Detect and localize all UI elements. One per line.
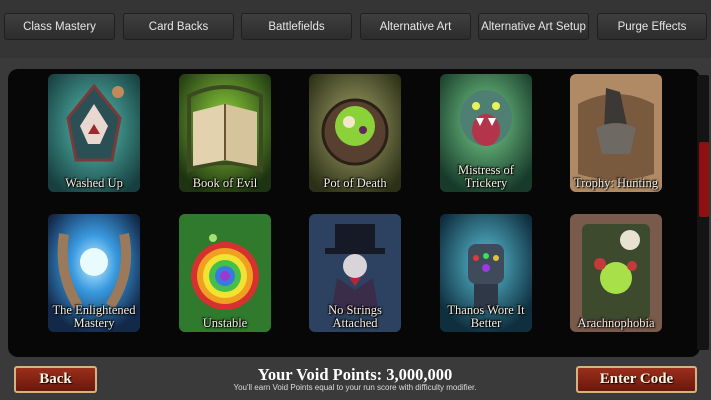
horn-trophy-icon	[570, 74, 662, 192]
tab-alternative-art[interactable]: Alternative Art	[360, 13, 471, 40]
void-points-total: Your Void Points: 3,000,000	[257, 365, 453, 384]
hooded-figure-icon	[48, 74, 140, 192]
rainbow-vortex-icon	[179, 214, 271, 332]
category-tab-bar: Class Mastery Card Backs Battlefields Al…	[0, 0, 711, 58]
card-label: Pot of Death	[323, 175, 387, 190]
skull-spider-icon	[570, 214, 662, 332]
card-no-strings-attached[interactable]: No Strings Attached	[309, 214, 401, 332]
tab-alternative-art-setup[interactable]: Alternative Art Setup	[478, 13, 589, 40]
gallery-scrollbar-thumb[interactable]	[699, 142, 709, 217]
card-mistress-of-trickery[interactable]: Mistress of Trickery	[440, 74, 532, 192]
cauldron-icon	[309, 74, 401, 192]
card-trophy-hunting[interactable]: Trophy: Hunting	[570, 74, 662, 192]
card-label: Arachnophobia	[577, 315, 655, 330]
card-pot-of-death[interactable]: Pot of Death	[309, 74, 401, 192]
card-the-enlightened-mastery[interactable]: The Enlightened Mastery	[48, 214, 140, 332]
card-washed-up[interactable]: Washed Up	[48, 74, 140, 192]
card-label: Mistress of Trickery	[458, 163, 514, 190]
tab-purge-effects[interactable]: Purge Effects	[597, 13, 707, 40]
open-book-icon	[179, 74, 271, 192]
card-label: No Strings Attached	[328, 303, 382, 330]
card-unstable[interactable]: Unstable	[179, 214, 271, 332]
card-label: Thanos Wore It Better	[447, 303, 525, 330]
tab-class-mastery[interactable]: Class Mastery	[4, 13, 115, 40]
tab-card-backs[interactable]: Card Backs	[123, 13, 234, 40]
card-label: Book of Evil	[192, 175, 258, 190]
card-arachnophobia[interactable]: Arachnophobia	[570, 214, 662, 332]
card-label: Unstable	[202, 315, 248, 330]
card-thanos-wore-it-better[interactable]: Thanos Wore It Better	[440, 214, 532, 332]
enter-code-button[interactable]: Enter Code	[576, 366, 697, 393]
card-book-of-evil[interactable]: Book of Evil	[179, 74, 271, 192]
void-points-note: You'll earn Void Points equal to your ru…	[233, 383, 477, 392]
card-label: Washed Up	[65, 175, 123, 190]
back-button[interactable]: Back	[14, 366, 97, 393]
card-label: Trophy: Hunting	[574, 175, 658, 190]
tab-battlefields[interactable]: Battlefields	[241, 13, 352, 40]
card-label: The Enlightened Mastery	[52, 303, 136, 330]
